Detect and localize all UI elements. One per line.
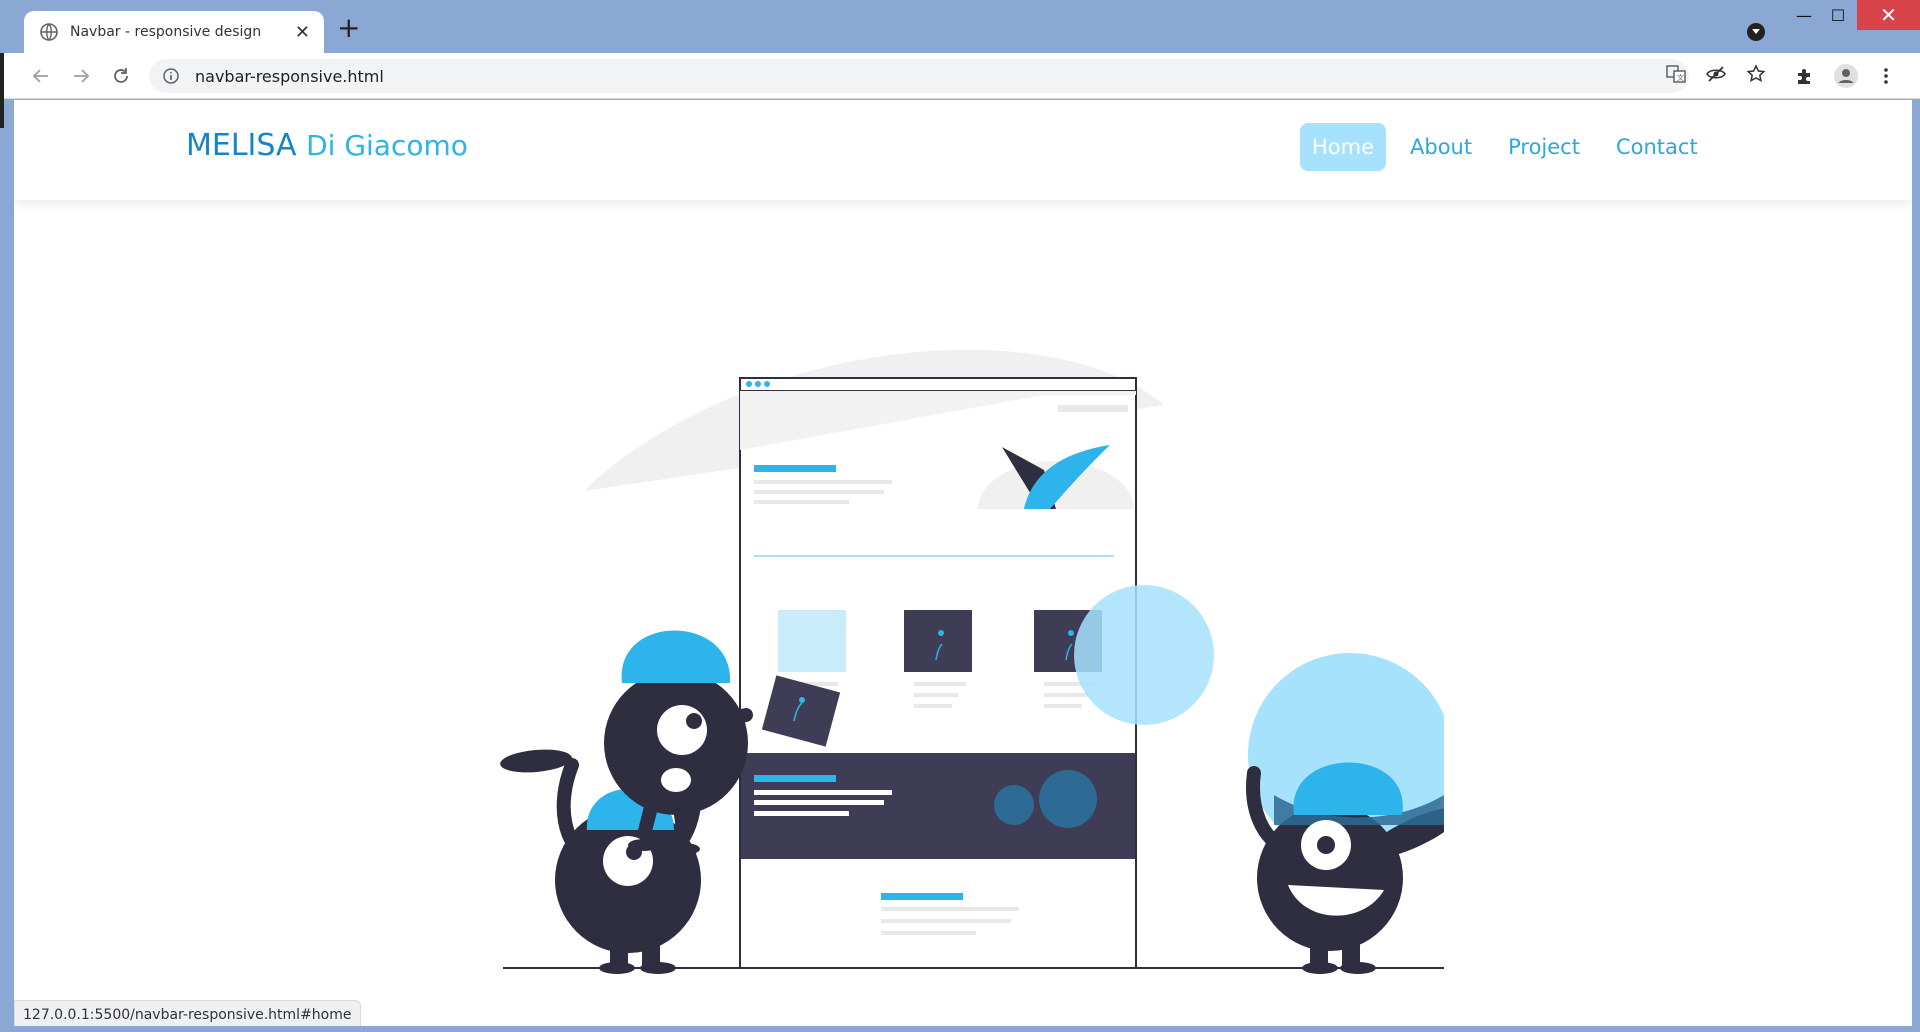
url-text: navbar-responsive.html	[195, 66, 384, 86]
reload-icon[interactable]	[107, 62, 135, 90]
tab-title: Navbar - responsive design	[70, 24, 262, 40]
status-bar-url: 127.0.0.1:5500/navbar-responsive.html#ho…	[14, 1000, 361, 1028]
extensions-icon[interactable]	[1791, 62, 1819, 90]
logo-last-name: Di Giacomo	[306, 129, 468, 162]
page-viewport: MELISA Di Giacomo Home About Project Con…	[14, 100, 1912, 1026]
close-window-button[interactable]: ✕	[1857, 0, 1920, 30]
menu-dots-icon[interactable]	[1872, 62, 1900, 90]
site-logo[interactable]: MELISA Di Giacomo	[186, 128, 468, 163]
site-navbar: MELISA Di Giacomo Home About Project Con…	[14, 100, 1912, 200]
globe-icon	[40, 23, 58, 41]
star-icon[interactable]	[1744, 62, 1768, 86]
info-icon[interactable]	[163, 68, 179, 84]
monster-right	[1246, 653, 1444, 974]
translate-icon[interactable]: 文	[1664, 62, 1688, 86]
tab-close-icon[interactable]: ✕	[295, 22, 310, 43]
site-menu: Home About Project Contact	[1300, 123, 1710, 171]
address-bar[interactable]: navbar-responsive.html	[149, 59, 1689, 93]
browser-tab[interactable]: Navbar - responsive design ✕	[24, 11, 324, 53]
hero-illustration	[500, 349, 1444, 974]
new-tab-button[interactable]: +	[337, 14, 360, 42]
svg-text:文: 文	[1677, 73, 1684, 82]
decor-circle	[1074, 585, 1214, 725]
logo-first-name: MELISA	[186, 128, 297, 163]
browser-titlebar: Navbar - responsive design ✕ + — ☐ ✕	[0, 0, 1920, 53]
back-arrow-icon[interactable]	[27, 62, 55, 90]
eye-off-icon[interactable]	[1704, 62, 1728, 86]
nav-link-about[interactable]: About	[1398, 123, 1484, 171]
tab-search-icon[interactable]	[1747, 23, 1765, 41]
browser-toolbar: navbar-responsive.html 文	[0, 53, 1920, 99]
nav-link-home[interactable]: Home	[1300, 123, 1387, 171]
account-icon[interactable]	[1832, 62, 1860, 90]
window-edge	[0, 53, 4, 128]
window-bottom-border	[0, 1026, 1920, 1032]
nav-link-contact[interactable]: Contact	[1604, 123, 1710, 171]
forward-arrow-icon[interactable]	[67, 62, 95, 90]
nav-link-project[interactable]: Project	[1496, 123, 1592, 171]
